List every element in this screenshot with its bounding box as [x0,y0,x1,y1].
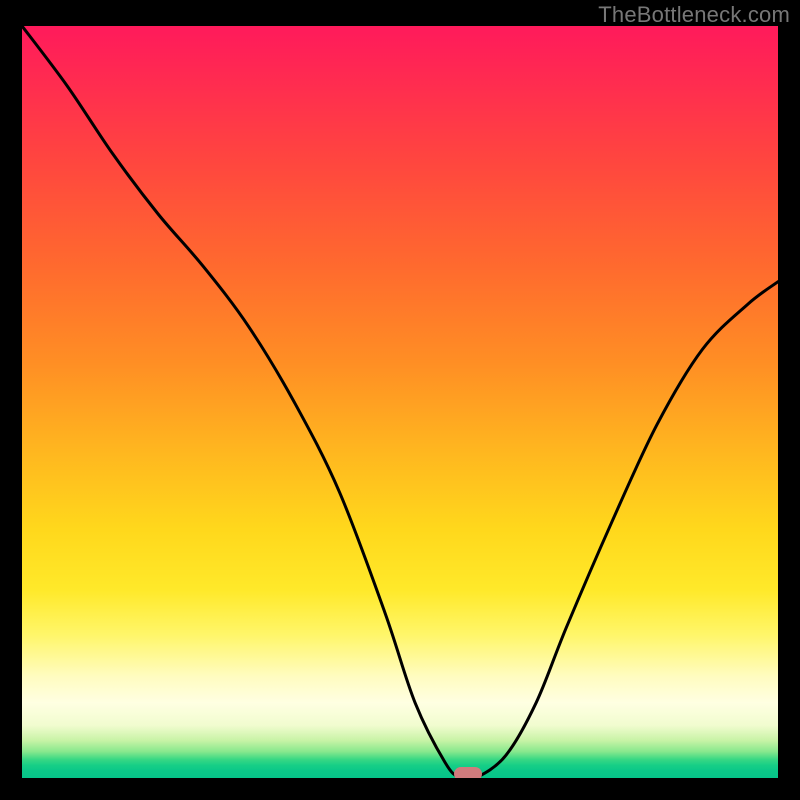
chart-frame: TheBottleneck.com [0,0,800,800]
minimum-marker [454,767,482,778]
bottleneck-curve [22,26,778,778]
curve-path [22,26,778,778]
plot-area [22,26,778,778]
watermark-text: TheBottleneck.com [598,2,790,28]
